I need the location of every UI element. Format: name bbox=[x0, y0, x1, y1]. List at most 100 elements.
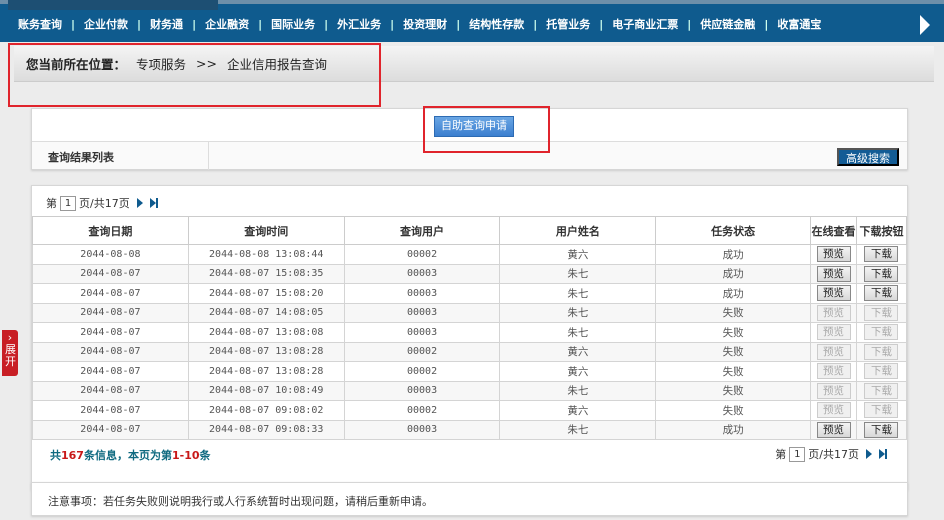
nav-item[interactable]: 企业融资 bbox=[205, 16, 249, 32]
preview-button[interactable]: 预览 bbox=[816, 363, 851, 380]
nav-separator: | bbox=[324, 17, 329, 31]
download-button[interactable]: 下载 bbox=[864, 421, 899, 438]
cell-action: 下载 bbox=[855, 244, 908, 265]
nav-item[interactable]: 企业付款 bbox=[84, 16, 128, 32]
preview-button[interactable]: 预览 bbox=[816, 265, 851, 282]
nav-item[interactable]: 国际业务 bbox=[271, 16, 315, 32]
cell-action: 下载 bbox=[855, 322, 908, 343]
nav-item[interactable]: 供应链金融 bbox=[700, 16, 755, 32]
cell-action: 下载 bbox=[855, 341, 908, 362]
nav-separator: | bbox=[71, 17, 76, 31]
preview-button[interactable]: 预览 bbox=[816, 382, 851, 399]
preview-button[interactable]: 预览 bbox=[816, 324, 851, 341]
column-header: 查询用户 bbox=[343, 216, 501, 245]
results-panel: 第 1 页/共17页 查询日期 查询时间 查询用户 用户姓名 任务状态 在线查看 下载按钮 … bbox=[31, 185, 908, 490]
download-button[interactable]: 下载 bbox=[864, 324, 899, 341]
nav-item[interactable]: 账务查询 bbox=[18, 16, 62, 32]
download-button[interactable]: 下载 bbox=[864, 402, 899, 419]
cell-time: 2044-08-07 13:08:08 bbox=[187, 322, 345, 343]
download-button[interactable]: 下载 bbox=[864, 246, 899, 263]
cell-action: 预览 bbox=[810, 400, 857, 421]
cell-date: 2044-08-08 bbox=[32, 244, 189, 265]
pager-top: 第 1 页/共17页 bbox=[46, 195, 158, 211]
nav-item[interactable]: 外汇业务 bbox=[337, 16, 381, 32]
nav-separator: | bbox=[456, 17, 461, 31]
cell-action: 下载 bbox=[855, 400, 908, 421]
nav-item[interactable]: 财务通 bbox=[150, 16, 183, 32]
cell-user: 00003 bbox=[343, 419, 501, 440]
cell-name: 朱七 bbox=[499, 283, 657, 304]
cell-user: 00002 bbox=[343, 361, 501, 382]
column-header: 查询时间 bbox=[187, 216, 345, 245]
pager-prefix: 第 bbox=[46, 197, 57, 210]
results-list-label: 查询结果列表 bbox=[48, 151, 114, 164]
preview-button[interactable]: 预览 bbox=[816, 402, 851, 419]
cell-status: 失败 bbox=[655, 322, 812, 343]
nav-next-arrow-icon[interactable] bbox=[920, 15, 930, 35]
cell-action: 预览 bbox=[810, 244, 857, 265]
nav-separator: | bbox=[533, 17, 538, 31]
nav-item[interactable]: 投资理财 bbox=[403, 16, 447, 32]
cell-action: 下载 bbox=[855, 283, 908, 304]
column-header: 用户姓名 bbox=[499, 216, 657, 245]
top-nav: 账务查询 | 企业付款 | 财务通 | 企业融资 | 国际业务 | 外汇业务 | 投资理财 | 结构性存款 |… bbox=[0, 0, 944, 42]
cell-status: 失败 bbox=[655, 361, 812, 382]
next-page-icon[interactable] bbox=[136, 198, 143, 208]
last-page-icon[interactable] bbox=[879, 449, 887, 459]
preview-button[interactable]: 预览 bbox=[816, 421, 851, 438]
preview-button[interactable]: 预览 bbox=[816, 285, 851, 302]
last-page-icon[interactable] bbox=[149, 198, 158, 208]
cell-name: 朱七 bbox=[499, 419, 657, 440]
cell-user: 00003 bbox=[343, 322, 501, 343]
cell-status: 失败 bbox=[655, 302, 812, 323]
next-page-icon[interactable] bbox=[866, 449, 872, 459]
cell-time: 2044-08-08 13:08:44 bbox=[187, 244, 345, 265]
table-row: 2044-08-07 2044-08-07 13:08:28 00002 黄六 失败 预览… bbox=[32, 361, 908, 382]
download-button[interactable]: 下载 bbox=[864, 304, 899, 321]
cell-action: 下载 bbox=[855, 302, 908, 323]
cell-status: 失败 bbox=[655, 380, 812, 401]
nav-item[interactable]: 电子商业汇票 bbox=[612, 16, 678, 32]
download-button[interactable]: 下载 bbox=[864, 285, 899, 302]
column-header: 下载按钮 bbox=[855, 216, 908, 245]
table-row: 2044-08-07 2044-08-07 15:08:20 00003 朱七 成功 预览… bbox=[32, 283, 908, 304]
cell-action: 下载 bbox=[855, 361, 908, 382]
nav-item[interactable]: 托管业务 bbox=[546, 16, 590, 32]
preview-button[interactable]: 预览 bbox=[816, 343, 851, 360]
expand-sidebar-tab[interactable]: › 展开 bbox=[2, 330, 18, 376]
nav-separator: | bbox=[137, 17, 142, 31]
advanced-search-button[interactable]: 高级搜索 bbox=[837, 148, 899, 166]
cell-action: 预览 bbox=[810, 361, 857, 382]
column-header: 查询日期 bbox=[32, 216, 189, 245]
cell-user: 00002 bbox=[343, 244, 501, 265]
cell-date: 2044-08-07 bbox=[32, 283, 189, 304]
nav-separator: | bbox=[764, 17, 769, 31]
table-row: 2044-08-07 2044-08-07 14:08:05 00003 朱七 失败 预览… bbox=[32, 302, 908, 323]
cell-time: 2044-08-07 13:08:28 bbox=[187, 341, 345, 362]
cell-user: 00003 bbox=[343, 283, 501, 304]
table-row: 2044-08-07 2044-08-07 13:08:28 00002 黄六 失败 预览… bbox=[32, 341, 908, 362]
cell-action: 下载 bbox=[855, 419, 908, 440]
cell-time: 2044-08-07 09:08:33 bbox=[187, 419, 345, 440]
preview-button[interactable]: 预览 bbox=[816, 246, 851, 263]
cell-date: 2044-08-07 bbox=[32, 400, 189, 421]
nav-item[interactable]: 收富通宝 bbox=[777, 16, 821, 32]
download-button[interactable]: 下载 bbox=[864, 265, 899, 282]
pager-prefix: 第 bbox=[775, 448, 787, 461]
download-button[interactable]: 下载 bbox=[864, 382, 899, 399]
pager-suffix: 页/共17页 bbox=[79, 197, 130, 210]
download-button[interactable]: 下载 bbox=[864, 343, 899, 360]
cell-name: 朱七 bbox=[499, 302, 657, 323]
highlight-box-breadcrumb bbox=[8, 43, 381, 107]
cell-name: 朱七 bbox=[499, 263, 657, 284]
cell-date: 2044-08-07 bbox=[32, 322, 189, 343]
nav-item[interactable]: 结构性存款 bbox=[469, 16, 524, 32]
page-input[interactable]: 1 bbox=[789, 446, 806, 462]
cell-time: 2044-08-07 13:08:28 bbox=[187, 361, 345, 382]
cell-time: 2044-08-07 09:08:02 bbox=[187, 400, 345, 421]
preview-button[interactable]: 预览 bbox=[816, 304, 851, 321]
cell-date: 2044-08-07 bbox=[32, 263, 189, 284]
cell-name: 黄六 bbox=[499, 244, 657, 265]
download-button[interactable]: 下载 bbox=[864, 363, 899, 380]
page-input[interactable]: 1 bbox=[60, 195, 76, 211]
